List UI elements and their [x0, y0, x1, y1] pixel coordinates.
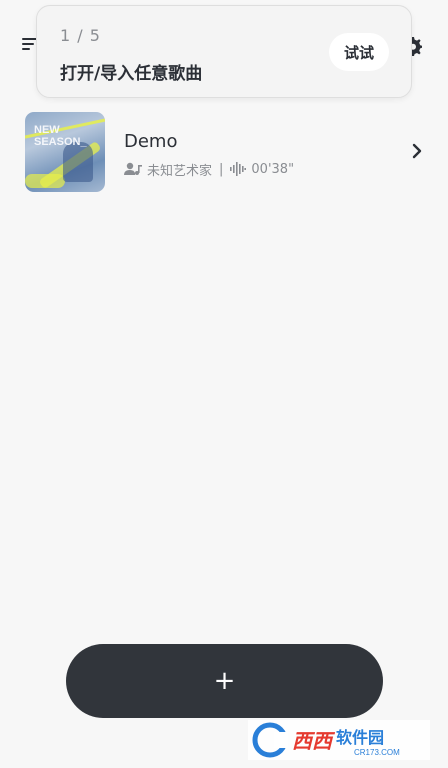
meta-separator: |	[219, 161, 224, 177]
tip-text: 打开/导入任意歌曲	[60, 64, 203, 84]
waveform-icon	[230, 162, 247, 176]
svg-text:CR173.COM: CR173.COM	[354, 748, 400, 757]
artist-name: 未知艺术家	[147, 163, 213, 179]
add-song-button[interactable]: +	[66, 644, 383, 718]
song-title: Demo	[124, 131, 178, 152]
song-meta: 未知艺术家 | 00'38"	[124, 160, 295, 179]
cover-text: NEW SEASON_	[34, 124, 87, 148]
svg-text:西西: 西西	[292, 729, 336, 753]
chevron-right-icon[interactable]	[410, 142, 424, 160]
try-button[interactable]: 试试	[329, 33, 389, 71]
song-list-item[interactable]: NEW SEASON_ Demo 未知艺术家 | 00'38"	[0, 104, 448, 200]
onboarding-tip: 1 / 5 打开/导入任意歌曲 试试	[36, 5, 412, 98]
watermark-logo: 西西 软件园 CR173.COM	[248, 720, 430, 760]
artist-icon	[124, 162, 142, 175]
tip-step-counter: 1 / 5	[60, 26, 101, 45]
song-duration: 00'38"	[251, 161, 295, 177]
album-cover: NEW SEASON_	[25, 112, 105, 192]
svg-text:软件园: 软件园	[336, 728, 384, 747]
